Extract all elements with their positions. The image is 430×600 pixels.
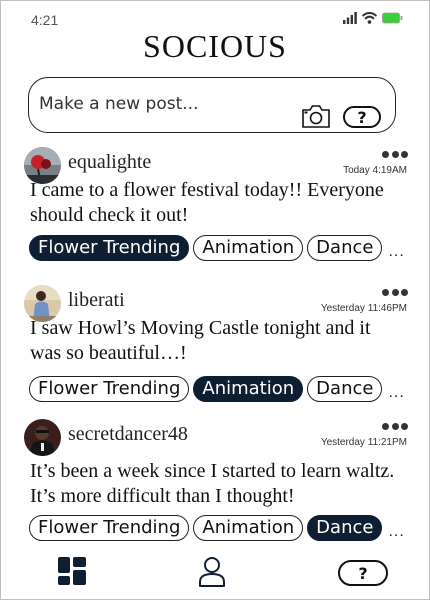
tag-flower-trending[interactable]: Flower Trending [29,515,190,541]
signal-icon [343,12,357,24]
tag-dance[interactable]: Dance [307,376,383,402]
tag-list: Flower Trending Animation Dance ... [29,376,405,402]
post-text: I saw Howl’s Moving Castle tonight and i… [30,317,371,364]
tags-more-indicator[interactable]: ... [388,384,404,402]
bottom-nav: ? [0,551,430,600]
feed-grid-icon[interactable] [58,557,86,585]
camera-icon[interactable] [301,103,331,129]
composer-help-button[interactable]: ? [343,106,381,128]
tag-flower-trending[interactable]: Flower Trending [29,235,190,261]
post-card: secretdancer48 Yesterday 11:21PM It’s be… [0,419,430,555]
tag-animation[interactable]: Animation [193,515,304,541]
battery-icon [382,12,403,24]
avatar[interactable] [24,419,61,456]
new-post-composer[interactable]: ? [28,77,396,133]
post-timestamp: Yesterday 11:46PM [320,303,407,314]
new-post-input[interactable] [39,92,289,116]
profile-icon[interactable] [198,556,226,588]
more-options-icon[interactable] [382,151,408,159]
tags-more-indicator[interactable]: ... [388,243,404,261]
more-options-icon[interactable] [382,289,408,297]
app-title: SOCIOUS [143,28,287,64]
post-card: equalighte Today 4:19AM I came to a flow… [0,147,430,283]
status-time: 4:21 [31,12,59,28]
post-username[interactable]: equalighte [68,151,151,174]
tag-list: Flower Trending Animation Dance ... [29,235,405,261]
wifi-icon [362,12,377,24]
tag-list: Flower Trending Animation Dance ... [29,515,405,541]
post-card: liberati Yesterday 11:46PM I saw Howl’s … [0,285,430,421]
help-button[interactable]: ? [338,560,388,586]
post-username[interactable]: secretdancer48 [68,423,188,446]
post-timestamp: Today 4:19AM [343,165,407,176]
post-text: I came to a flower festival today!! Ever… [30,179,384,226]
post-timestamp: Yesterday 11:21PM [320,437,407,448]
tag-flower-trending[interactable]: Flower Trending [29,376,190,402]
post-text: It’s been a week since I started to lear… [30,460,395,507]
tag-dance[interactable]: Dance [307,235,383,261]
post-username[interactable]: liberati [68,289,125,312]
tag-animation[interactable]: Animation [193,235,304,261]
status-icons [343,12,404,24]
tag-animation[interactable]: Animation [193,376,304,402]
tag-dance[interactable]: Dance [307,515,383,541]
tags-more-indicator[interactable]: ... [388,523,404,541]
more-options-icon[interactable] [382,423,408,431]
